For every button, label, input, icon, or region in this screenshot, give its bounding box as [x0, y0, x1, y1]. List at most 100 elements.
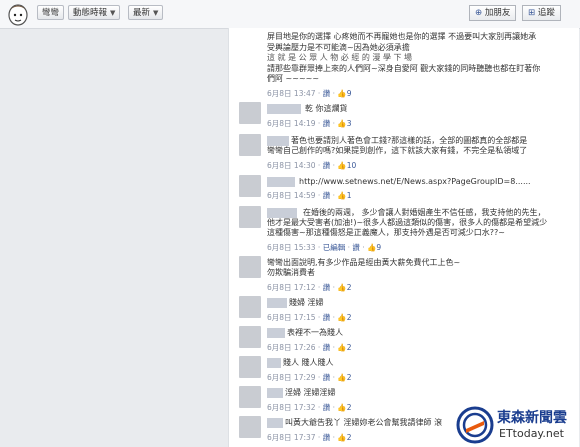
avatar[interactable]	[239, 326, 261, 348]
avatar[interactable]	[239, 256, 261, 278]
like-link[interactable]: 讚	[323, 343, 331, 352]
like-link[interactable]: 讚	[323, 403, 331, 412]
like-count[interactable]: 9	[347, 89, 352, 98]
follow-button[interactable]: ⊞ 追蹤	[522, 5, 561, 21]
brand-name-cn: 東森新聞雲	[497, 410, 567, 426]
wall-button[interactable]: 彎彎	[37, 5, 65, 20]
like-link[interactable]: 讚	[323, 313, 331, 322]
comment-date: 6月8日 14:19	[267, 119, 316, 128]
top-navigation-bar: 彎彎 動態時報 ▼ 最新 ▼ ⊕ 加朋友 ⊞ 追蹤	[0, 0, 580, 29]
avatar[interactable]	[239, 386, 261, 408]
edited-link[interactable]: 已編輯	[323, 243, 346, 252]
wall-button-label: 彎彎	[42, 8, 60, 18]
comment-date: 6月8日 13:47	[267, 89, 316, 98]
like-link[interactable]: 讚	[323, 191, 331, 200]
like-count[interactable]: 9	[376, 243, 381, 252]
brand-name-en: ETtoday.net	[499, 427, 564, 440]
comment-meta: 6月8日 17:29 · 讚 · 👍2	[267, 373, 352, 382]
commenter-name[interactable]	[267, 328, 285, 338]
like-count[interactable]: 10	[347, 161, 357, 170]
comment-date: 6月8日 17:37	[267, 433, 316, 442]
like-link[interactable]: 讚	[323, 119, 331, 128]
comment-text: 乾 你這爛貨	[305, 104, 348, 113]
intro-comment-text: 屏目地是你的選擇 心疼她而不再寵她也是你的選擇 不過要叫大家別再讓她承 受輿論壓…	[267, 32, 573, 85]
avatar[interactable]	[239, 356, 261, 378]
commenter-name[interactable]	[267, 104, 301, 114]
commenter-name[interactable]	[267, 358, 281, 368]
follow-label: 追蹤	[537, 8, 555, 18]
thumbs-up-icon: 👍	[337, 433, 347, 442]
thumbs-up-icon: 👍	[337, 343, 347, 352]
thumbs-up-icon: 👍	[367, 243, 377, 252]
avatar[interactable]	[239, 206, 261, 228]
comment-text: 彎彎出面說明,有多少作品是經由黃大薪免費代工上色~ 勿欺騙消費者	[267, 258, 461, 277]
intro-line: 這 就 是 公 眾 人 物 必 經 的 漫 學 下 場	[267, 53, 413, 62]
comment-meta: 6月8日 17:37 · 讚 · 👍2	[267, 433, 352, 442]
avatar[interactable]	[239, 134, 261, 156]
comment-text: 表裡不一為賤人	[287, 328, 343, 337]
thumbs-up-icon: 👍	[337, 191, 347, 200]
comment-date: 6月8日 14:59	[267, 191, 316, 200]
intro-line: 屏目地是你的選擇 心疼她而不再寵她也是你的選擇 不過要叫大家別再讓她承	[267, 32, 537, 41]
commenter-name[interactable]	[267, 388, 283, 398]
comment-text: 賤人 賤人賤人	[283, 358, 334, 367]
comment-text: 淫婦 淫婦淫婦	[285, 388, 336, 397]
comment-date: 6月8日 17:26	[267, 343, 316, 352]
avatar[interactable]	[239, 296, 261, 318]
thumbs-up-icon: 👍	[337, 403, 347, 412]
follow-icon: ⊞	[528, 8, 536, 18]
like-count[interactable]: 2	[347, 373, 352, 382]
like-count[interactable]: 1	[347, 191, 352, 200]
comment-meta: 6月8日 14:59 · 讚 · 👍1	[267, 191, 352, 200]
like-link[interactable]: 讚	[323, 433, 331, 442]
comment-meta: 6月8日 17:15 · 讚 · 👍2	[267, 313, 352, 322]
thumbs-up-icon: 👍	[337, 313, 347, 322]
comment-date: 6月8日 14:30	[267, 161, 316, 170]
thumbs-up-icon: 👍	[337, 373, 347, 382]
like-count[interactable]: 2	[347, 433, 352, 442]
like-count[interactable]: 3	[347, 119, 352, 128]
comment-text: 著色也要請別人著色會工錢?那這樣的話，全部的圖都真的全部都是 彎彎自己創作的嗎?…	[267, 136, 528, 155]
thumbs-up-icon: 👍	[337, 283, 347, 292]
like-count[interactable]: 2	[347, 283, 352, 292]
ettoday-watermark: 東森新聞雲 ETtoday.net	[455, 404, 575, 446]
like-count[interactable]: 2	[347, 403, 352, 412]
add-friend-icon: ⊕	[475, 8, 483, 18]
like-count[interactable]: 2	[347, 343, 352, 352]
sort-latest-dropdown[interactable]: 最新 ▼	[128, 5, 164, 20]
avatar[interactable]	[239, 175, 261, 197]
add-friend-button[interactable]: ⊕ 加朋友	[469, 5, 517, 21]
ettoday-logo-icon	[456, 406, 494, 444]
comment-meta: 6月8日 17:12 · 讚 · 👍2	[267, 283, 352, 292]
comment-date: 6月8日 17:12	[267, 283, 316, 292]
timeline-dropdown[interactable]: 動態時報 ▼	[68, 5, 121, 20]
avatar[interactable]	[239, 102, 261, 124]
comment-meta: 6月8日 17:32 · 讚 · 👍2	[267, 403, 352, 412]
avatar[interactable]	[239, 416, 261, 438]
comment-meta: 6月8日 15:33 · 已編輯 · 讚 · 👍9	[267, 243, 382, 252]
intro-comment-meta: 6月8日 13:47 · 讚 · 👍9	[267, 89, 352, 98]
like-count[interactable]: 2	[347, 313, 352, 322]
like-link[interactable]: 讚	[323, 283, 331, 292]
commenter-name[interactable]	[267, 177, 295, 187]
like-link[interactable]: 讚	[323, 161, 331, 170]
sort-latest-label: 最新	[133, 8, 151, 18]
brand-avatar-icon[interactable]	[6, 2, 30, 26]
chevron-down-icon: ▼	[110, 9, 116, 17]
intro-line: 請那些靠群眾捧上來的人們阿~深身自愛阿 觀大家錢的同時聽聽也都在盯著你	[267, 63, 541, 73]
chevron-down-icon: ▼	[153, 9, 159, 17]
like-link[interactable]: 讚	[323, 373, 331, 382]
commenter-name[interactable]	[267, 418, 283, 428]
intro-line: 受輿論壓力是不可能滴~因為她必須承擔	[267, 42, 410, 52]
comment-meta: 6月8日 17:26 · 讚 · 👍2	[267, 343, 352, 352]
timeline-dropdown-label: 動態時報	[73, 8, 108, 18]
comment-text: 賤婦 淫婦	[289, 298, 324, 307]
like-link[interactable]: 讚	[323, 89, 331, 98]
comment-feed: 屏目地是你的選擇 心疼她而不再寵她也是你的選擇 不過要叫大家別再讓她承 受輿論壓…	[228, 28, 579, 447]
comment-meta: 6月8日 14:30 · 讚 · 👍10	[267, 161, 357, 170]
commenter-name[interactable]	[267, 298, 287, 308]
thumbs-up-icon: 👍	[337, 119, 347, 128]
comment-link[interactable]: http://www.setnews.net/E/News.aspx?PageG…	[299, 177, 573, 187]
like-link[interactable]: 讚	[352, 243, 360, 252]
thumbs-up-icon: 👍	[337, 161, 347, 170]
